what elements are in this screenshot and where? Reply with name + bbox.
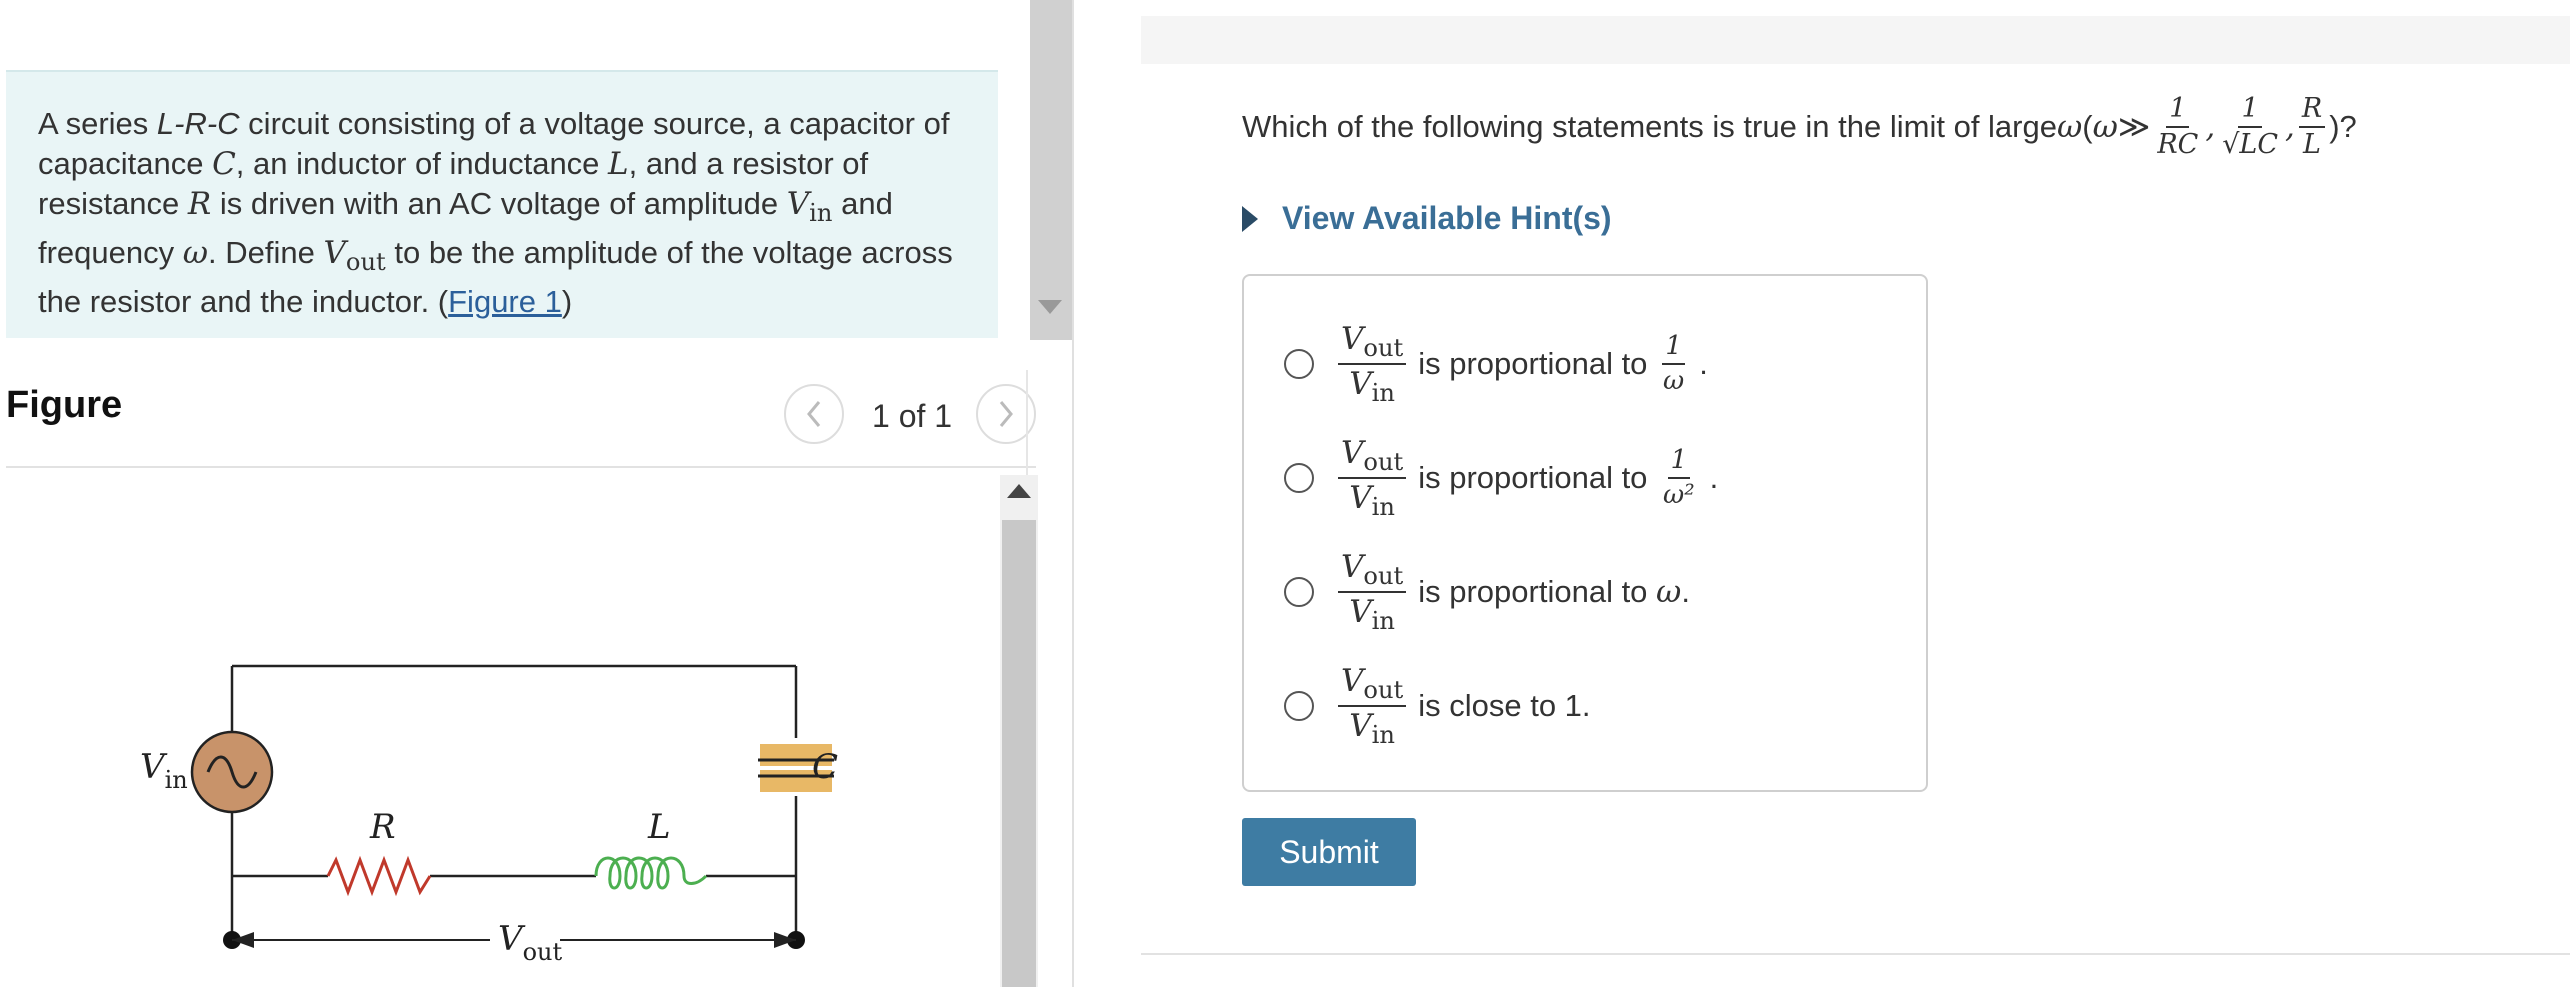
- option-1[interactable]: Vout Vin is proportional to 1ω.: [1284, 316, 1708, 412]
- resistor-icon: [326, 855, 432, 897]
- inductor-label: L: [647, 807, 671, 847]
- problem-intro: A series L-R-C circuit consisting of a v…: [6, 70, 998, 338]
- question-text: Which of the following statements is tru…: [1242, 93, 2357, 160]
- intro-text: A series: [38, 106, 157, 141]
- math-symbol: V: [323, 234, 346, 271]
- radio-option-3[interactable]: [1284, 577, 1314, 607]
- scroll-up-arrow-icon[interactable]: [1007, 484, 1031, 498]
- vin-label: Vin: [140, 747, 188, 794]
- bottom-divider: [1141, 953, 2570, 955]
- resistor-label: R: [369, 807, 396, 847]
- radio-option-1[interactable]: [1284, 349, 1314, 379]
- hint-label[interactable]: View Available Hint(s): [1282, 200, 1612, 237]
- math-symbol: C: [212, 146, 236, 182]
- radio-option-2[interactable]: [1284, 463, 1314, 493]
- math-subscript: in: [809, 198, 833, 227]
- math-symbol: R: [187, 186, 212, 222]
- pane-divider[interactable]: [1072, 0, 1074, 987]
- view-hints-toggle[interactable]: View Available Hint(s): [1242, 200, 1612, 237]
- math-subscript: out: [345, 247, 386, 276]
- figure-heading: Figure: [6, 384, 123, 426]
- intro-text: . Define: [208, 234, 324, 270]
- option-3[interactable]: Vout Vin is proportional to ω.: [1284, 544, 1690, 640]
- circuit-type: L-R-C: [156, 106, 240, 141]
- ac-source-icon: [190, 730, 274, 814]
- intro-text: , an inductor of inductance: [235, 146, 609, 181]
- radio-option-4[interactable]: [1284, 691, 1314, 721]
- intro-text: is driven with an AC voltage of amplitud…: [211, 186, 787, 221]
- answer-options: Vout Vin is proportional to 1ω. Vout Vin i…: [1242, 274, 1928, 792]
- chevron-right-icon: [999, 401, 1013, 427]
- submit-button[interactable]: Submit: [1242, 818, 1416, 886]
- option-4[interactable]: Vout Vin is close to 1.: [1284, 658, 1591, 754]
- figure-1-link[interactable]: Figure 1: [448, 284, 562, 319]
- prev-figure-button[interactable]: [784, 384, 844, 444]
- math-symbol: ω: [182, 234, 209, 271]
- intro-text: ): [561, 283, 573, 319]
- math-symbol: L: [608, 146, 629, 182]
- circuit-diagram: Vin R L C Vout: [140, 664, 838, 966]
- intro-scrollbar[interactable]: [1030, 0, 1072, 340]
- figure-pager: 1 of 1: [872, 398, 953, 434]
- part-header-bar: [1141, 16, 2570, 64]
- chevron-left-icon: [807, 401, 821, 427]
- math-symbol: V: [786, 186, 810, 222]
- vout-label: Vout: [498, 919, 562, 966]
- option-2[interactable]: Vout Vin is proportional to 1 ω².: [1284, 430, 1718, 526]
- inductor-icon: [594, 856, 708, 890]
- figure-scrollbar-thumb[interactable]: [1002, 520, 1036, 987]
- caret-right-icon: [1242, 205, 1258, 232]
- scroll-down-arrow-icon[interactable]: [1038, 300, 1062, 314]
- figure-divider: [6, 466, 1036, 468]
- capacitor-label: C: [812, 747, 838, 787]
